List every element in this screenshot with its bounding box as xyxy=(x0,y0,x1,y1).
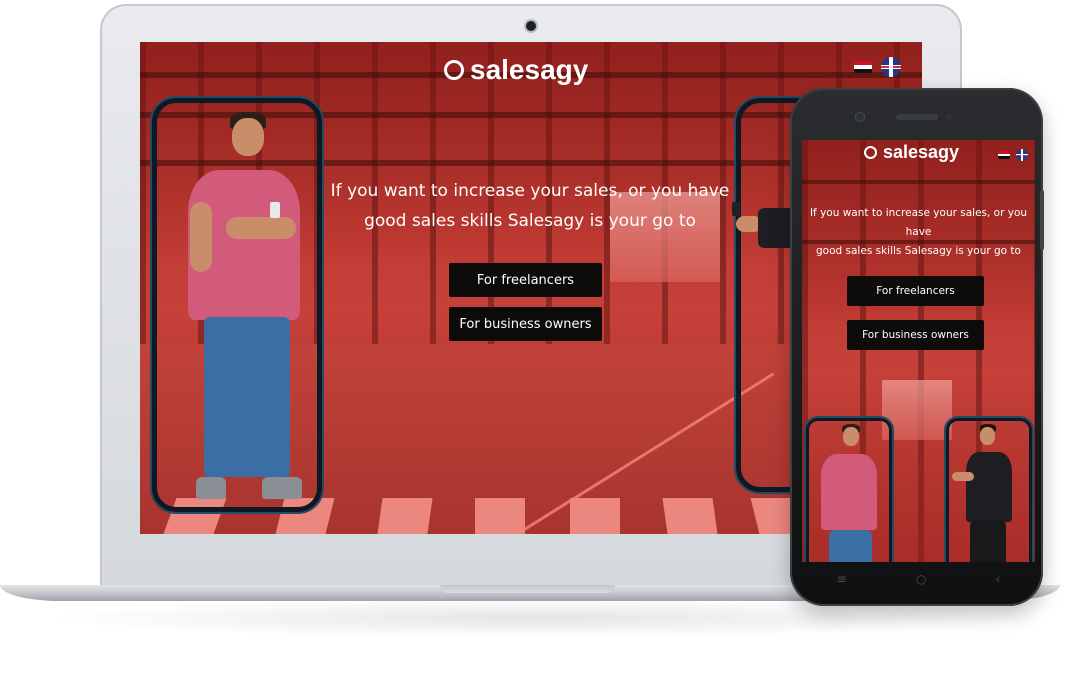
phone-nav-bar: ≡ ○ ‹ xyxy=(802,566,1035,592)
uk-flag-icon[interactable] xyxy=(881,57,901,77)
phone-side-button xyxy=(1040,190,1044,250)
person-suit-arm xyxy=(732,192,798,252)
hero-line-1: If you want to increase your sales, or y… xyxy=(330,181,730,201)
phone-camera-icon xyxy=(856,113,864,121)
phone-uk-flag-icon[interactable] xyxy=(1016,149,1028,161)
phone-sensor xyxy=(946,114,952,120)
person-casual xyxy=(186,112,306,507)
freelancers-button[interactable]: For freelancers xyxy=(449,263,602,297)
phone-hero-line-2: good sales skills Salesagy is your go to xyxy=(816,245,1021,257)
phone-hero-line-1: If you want to increase your sales, or y… xyxy=(809,207,1028,238)
egypt-flag-icon[interactable] xyxy=(854,61,872,73)
hero-line-2: good sales skills Salesagy is your go to xyxy=(364,211,696,231)
phone-person-suit xyxy=(952,424,1022,562)
home-icon[interactable]: ○ xyxy=(916,572,926,586)
phone-business-owners-button[interactable]: For business owners xyxy=(847,320,984,350)
laptop-camera-icon xyxy=(526,21,536,31)
phone-brand-logo[interactable]: salesagy xyxy=(864,142,959,163)
menu-icon[interactable]: ≡ xyxy=(837,572,847,586)
phone-egypt-flag-icon[interactable] xyxy=(998,151,1010,159)
brand-logo-icon xyxy=(444,60,464,80)
brand-logo[interactable]: salesagy xyxy=(444,54,588,86)
phone-freelancers-button[interactable]: For freelancers xyxy=(847,276,984,306)
phone-person-casual xyxy=(820,424,880,562)
phone-brand-logo-icon xyxy=(864,146,877,159)
back-icon[interactable]: ‹ xyxy=(996,572,1001,586)
business-owners-button[interactable]: For business owners xyxy=(449,307,602,341)
phone-hero-text: If you want to increase your sales, or y… xyxy=(802,204,1035,261)
laptop-notch xyxy=(440,585,615,593)
hero-text: If you want to increase your sales, or y… xyxy=(320,176,740,236)
phone-screen: salesagy If you want to increase your sa… xyxy=(802,140,1035,562)
phone-speaker xyxy=(896,114,938,120)
phone-brand-name: salesagy xyxy=(883,142,960,162)
brand-name: salesagy xyxy=(470,54,589,85)
